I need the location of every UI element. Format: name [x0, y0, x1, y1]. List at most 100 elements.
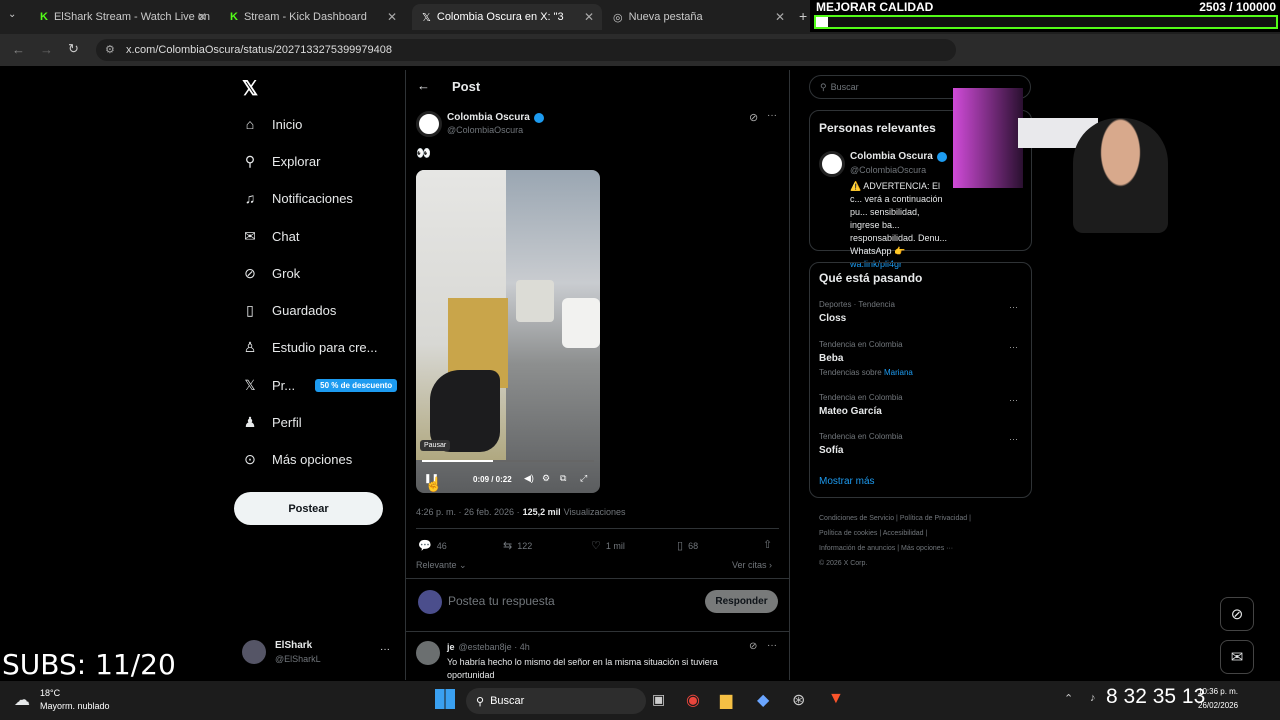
weather-icon: ☁	[14, 692, 30, 709]
close-icon[interactable]: ✕	[197, 10, 207, 24]
url-field[interactable]: ⚙ x.com/ColombiaOscura/status/2027133275…	[96, 39, 956, 61]
more-icon[interactable]: ···	[767, 640, 777, 651]
footer-link[interactable]: Información de anuncios	[819, 545, 895, 552]
post-meta: 4:26 p. m. · 26 feb. 2026 · 125,2 mil Vi…	[416, 507, 626, 517]
nav-estudio[interactable]: ♙ Estudio para cre...	[242, 339, 378, 356]
sort-dropdown[interactable]: Relevante ⌄	[416, 560, 467, 571]
clock-date[interactable]: 26/02/2026	[1198, 701, 1238, 710]
url-text: x.com/ColombiaOscura/status/202713327539…	[126, 44, 393, 56]
footer-link[interactable]: Política de Privacidad	[900, 515, 967, 522]
tab-new[interactable]: ◎ Nueva pestaña ✕	[603, 4, 793, 30]
quality-label: MEJORAR CALIDAD	[816, 0, 934, 14]
more-icon[interactable]: ···	[1009, 302, 1018, 312]
reply-action[interactable]: 💬 46	[418, 539, 447, 552]
nav-mas-opciones[interactable]: ⊙ Más opciones	[242, 451, 352, 468]
nav-chat[interactable]: ✉ Chat	[242, 228, 299, 245]
avatar[interactable]	[416, 111, 442, 137]
x-icon: 𝕏	[244, 377, 256, 393]
chevron-right-icon: ›	[769, 560, 773, 570]
close-icon[interactable]: ✕	[387, 10, 397, 24]
back-icon[interactable]: ←	[12, 42, 25, 57]
reload-icon[interactable]: ↻	[68, 41, 79, 57]
microphone-icon[interactable]: ♪	[1090, 692, 1096, 704]
nav-grok[interactable]: ⊘ Grok	[242, 265, 300, 282]
footer-link[interactable]: Condiciones de Servicio	[819, 515, 894, 522]
task-view-icon[interactable]: ▣	[652, 691, 665, 708]
windows-start-icon[interactable]	[435, 689, 455, 709]
close-icon[interactable]: ✕	[775, 10, 785, 24]
site-info-icon[interactable]: ⚙	[105, 43, 115, 56]
more-icon[interactable]: ···	[1009, 434, 1018, 444]
nav-explorar[interactable]: ⚲ Explorar	[242, 153, 321, 170]
fullscreen-icon[interactable]: ⤢	[580, 473, 587, 484]
app-icon[interactable]: ⊛	[792, 690, 805, 710]
stream-countdown: 8 32 35 13	[1106, 685, 1206, 708]
quality-progress-track	[814, 15, 1278, 29]
tab-kick-dashboard[interactable]: K Stream - Kick Dashboard ✕	[220, 4, 405, 30]
pip-icon[interactable]: ⧉	[560, 473, 566, 484]
footer-link[interactable]: Política de cookies	[819, 530, 877, 537]
messages-floating-button[interactable]: ✉	[1220, 640, 1254, 674]
brave-icon[interactable]: ▼	[828, 690, 844, 708]
nav-inicio[interactable]: ⌂ Inicio	[242, 116, 303, 132]
footer-link[interactable]: Más opciones ···	[901, 545, 953, 552]
tab-elshark-stream[interactable]: K ElShark Stream - Watch Live on ✕	[30, 4, 215, 30]
settings-icon[interactable]: ⚙	[542, 473, 550, 484]
post-handle: @ColombiaOscura	[447, 125, 524, 135]
trends-title: Qué está pasando	[819, 271, 923, 285]
new-tab-icon[interactable]: +	[799, 8, 807, 24]
app-icon[interactable]: ◆	[757, 690, 769, 710]
x-logo-icon[interactable]: 𝕏	[242, 76, 258, 101]
file-explorer-icon[interactable]: ▆	[720, 690, 732, 710]
show-more-link[interactable]: Mostrar más	[819, 476, 875, 487]
forward-icon[interactable]: →	[40, 42, 53, 57]
trend-item[interactable]: Tendencia en Colombia Sofía ···	[819, 432, 1029, 456]
post-button[interactable]: Postear	[234, 492, 383, 525]
more-icon[interactable]: ···	[1009, 395, 1018, 405]
video-progress-track[interactable]	[422, 460, 594, 462]
quality-progress-fill	[816, 17, 828, 27]
tab-list-chevron-icon[interactable]: ⌄	[8, 9, 16, 20]
reply-input[interactable]: Postea tu respuesta	[448, 594, 555, 608]
more-icon[interactable]: ···	[1009, 342, 1018, 352]
trend-item[interactable]: Tendencia en Colombia Beba Tendencias so…	[819, 340, 1029, 377]
trend-item[interactable]: Tendencia en Colombia Mateo García ···	[819, 393, 1029, 417]
clock-time[interactable]: 10:36 p. m.	[1198, 687, 1238, 696]
tray-chevron-icon[interactable]: ⌃	[1064, 692, 1073, 705]
bookmark-action[interactable]: ▯ 68	[677, 539, 698, 552]
account-switcher[interactable]: ElShark @ElSharkL ···	[242, 640, 392, 668]
grok-floating-button[interactable]: ⊘	[1220, 597, 1254, 631]
video-player[interactable]: Pausar ❚❚ 0:09 / 0:22 ◀) ⚙ ⧉ ⤢	[416, 170, 600, 493]
grok-icon[interactable]: ⊘	[749, 111, 758, 124]
back-icon[interactable]: ←	[417, 78, 430, 93]
nav-perfil[interactable]: ♟ Perfil	[242, 414, 302, 431]
footer-link[interactable]: Accesibilidad	[883, 530, 924, 537]
tab-colombia-oscura[interactable]: 𝕏 Colombia Oscura en X: "3 ✕	[412, 4, 602, 30]
trend-item[interactable]: Deportes · Tendencia Closs ···	[819, 300, 1029, 324]
chrome-taskbar-icon[interactable]: ◉	[686, 690, 700, 710]
repost-action[interactable]: ⇆ 122	[503, 539, 532, 552]
kick-icon: K	[230, 11, 238, 23]
volume-icon[interactable]: ◀)	[524, 473, 534, 484]
reply-button[interactable]: Responder	[705, 590, 778, 613]
more-icon[interactable]: ···	[380, 644, 390, 655]
weather-temp: 18°C	[40, 688, 61, 698]
search-icon: ⚲	[244, 153, 256, 169]
relevant-name[interactable]: Colombia Oscura	[850, 151, 947, 162]
nav-premium[interactable]: 𝕏 Pr... 50 % de descuento	[242, 377, 398, 394]
more-icon: ⊙	[244, 451, 256, 467]
nav-notificaciones[interactable]: ♫ Notificaciones	[242, 190, 353, 206]
quotes-link[interactable]: Ver citas ›	[732, 560, 772, 570]
like-action[interactable]: ♡ 1 mil	[591, 539, 625, 552]
close-icon[interactable]: ✕	[584, 10, 594, 24]
avatar[interactable]	[819, 151, 845, 177]
share-icon[interactable]: ⇧	[763, 538, 772, 551]
webcam-pc-glow	[953, 88, 1023, 188]
nav-guardados[interactable]: ▯ Guardados	[242, 302, 336, 319]
more-icon[interactable]: ···	[767, 110, 777, 121]
verified-icon	[936, 151, 947, 162]
taskbar-search[interactable]: ⚲ Buscar	[466, 688, 646, 714]
trend-related-link[interactable]: Mariana	[884, 368, 913, 377]
post-author[interactable]: Colombia Oscura	[447, 112, 544, 123]
grok-icon[interactable]: ⊘	[749, 641, 757, 652]
